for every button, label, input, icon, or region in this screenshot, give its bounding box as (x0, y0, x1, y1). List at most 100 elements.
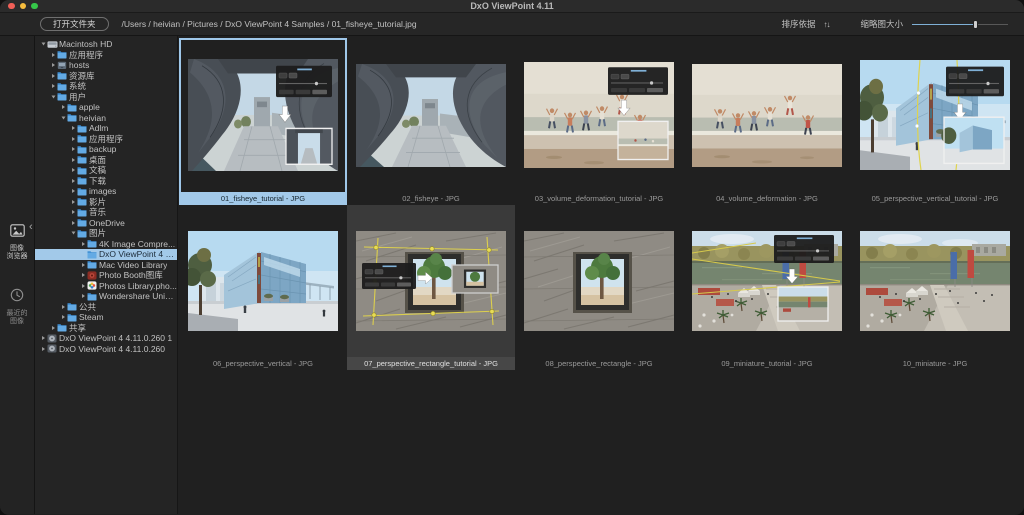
hosts-icon (57, 61, 69, 70)
tree-item[interactable]: heivian (35, 113, 177, 124)
rail-item-recent-images[interactable]: 最近的 图像 (7, 288, 28, 327)
open-folder-button[interactable]: 打开文件夹 (40, 17, 109, 31)
tree-item[interactable]: 下载 (35, 176, 177, 187)
thumbnail-cell[interactable]: 10_miniature - JPG (851, 205, 1019, 370)
thumbnail-cell[interactable]: 03_volume_deformation_tutorial - JPG (515, 38, 683, 205)
tree-item[interactable]: Photo Booth图库 (35, 270, 177, 281)
slider-thumb[interactable] (972, 19, 978, 29)
thumbnail-image[interactable] (851, 38, 1019, 192)
corrected-preview-inset (777, 286, 829, 322)
disclosure-open-icon[interactable] (69, 231, 77, 235)
thumbnail-image[interactable] (347, 205, 515, 357)
tree-item[interactable]: 资源库 (35, 71, 177, 82)
tree-item[interactable]: DxO ViewPoint 4 S... (35, 249, 177, 260)
tutorial-panel-overlay (276, 65, 332, 98)
thumbnail-size-slider[interactable] (912, 19, 1008, 30)
thumbnail-image[interactable] (851, 205, 1019, 357)
tree-item[interactable]: Photos Library.pho... (35, 281, 177, 292)
disclosure-closed-icon[interactable] (59, 105, 67, 110)
tree-item[interactable]: 公共 (35, 302, 177, 313)
tree-item[interactable]: DxO ViewPoint 4 4.11.0.260 1 (35, 333, 177, 344)
disclosure-open-icon[interactable] (39, 42, 47, 46)
disclosure-closed-icon[interactable] (79, 283, 87, 288)
slider-fill (912, 23, 976, 26)
disclosure-closed-icon[interactable] (69, 220, 77, 225)
tree-item[interactable]: 应用程序 (35, 50, 177, 61)
disclosure-closed-icon[interactable] (49, 325, 57, 330)
tree-item-label: 共享 (69, 322, 87, 333)
disclosure-closed-icon[interactable] (69, 147, 77, 152)
folder-icon (87, 239, 99, 248)
window-title: DxO ViewPoint 4.11 (470, 1, 554, 11)
tree-item-label: Macintosh HD (59, 39, 113, 50)
clock-icon (10, 288, 24, 307)
thumbnail-cell[interactable]: 01_fisheye_tutorial - JPG (179, 38, 347, 205)
thumbnail-image[interactable] (683, 38, 851, 192)
disclosure-closed-icon[interactable] (79, 273, 87, 278)
disclosure-closed-icon[interactable] (79, 241, 87, 246)
tree-item[interactable]: 音乐 (35, 207, 177, 218)
disclosure-closed-icon[interactable] (49, 63, 57, 68)
thumbnail-cell[interactable]: 02_fisheye - JPG (347, 38, 515, 205)
tree-item[interactable]: Steam (35, 312, 177, 323)
thumbnail-image[interactable] (179, 205, 347, 357)
tree-item[interactable]: 共享 (35, 323, 177, 334)
tree-item[interactable]: 4K Image Compre... (35, 239, 177, 250)
thumbnail-image[interactable] (683, 205, 851, 357)
disclosure-open-icon[interactable] (49, 95, 57, 99)
thumbnail-image[interactable] (515, 38, 683, 192)
thumbnail-cell[interactable]: 04_volume_deformation - JPG (683, 38, 851, 205)
tree-item[interactable]: Wondershare UniC... (35, 291, 177, 302)
disclosure-closed-icon[interactable] (49, 52, 57, 57)
tree-item[interactable]: hosts (35, 60, 177, 71)
disclosure-closed-icon[interactable] (39, 346, 47, 351)
disclosure-closed-icon[interactable] (69, 189, 77, 194)
tree-item[interactable]: apple (35, 102, 177, 113)
thumbnail-label: 08_perspective_rectangle - JPG (545, 359, 653, 368)
disclosure-open-icon[interactable] (59, 116, 67, 120)
corrected-preview-inset (617, 120, 669, 161)
sort-direction-icon[interactable]: ↑↓ (823, 20, 830, 29)
disclosure-closed-icon[interactable] (79, 294, 87, 299)
disclosure-closed-icon[interactable] (69, 199, 77, 204)
sort-control[interactable]: 排序依据 ↑↓ (781, 18, 830, 30)
disclosure-closed-icon[interactable] (39, 336, 47, 341)
thumbnail-cell[interactable]: 06_perspective_vertical - JPG (179, 205, 347, 370)
tree-item[interactable]: 应用程序 (35, 134, 177, 145)
thumbnail-image[interactable] (515, 205, 683, 357)
thumbnail-cell[interactable]: 07_perspective_rectangle_tutorial - JPG (347, 205, 515, 370)
disclosure-closed-icon[interactable] (69, 178, 77, 183)
tree-item[interactable]: 图片 (35, 228, 177, 239)
disclosure-closed-icon[interactable] (69, 168, 77, 173)
thumbnail-cell[interactable]: 09_miniature_tutorial - JPG (683, 205, 851, 370)
window-body: 图像 浏览器 最近的 图像 ‹ Macintosh HD 应用程序 hosts 资源库系… (0, 36, 1024, 514)
photo-thumbnail-svg (356, 231, 506, 331)
tutorial-panel-overlay (608, 67, 668, 95)
sidebar-collapse-chevron-icon[interactable]: ‹ (29, 222, 33, 233)
disclosure-closed-icon[interactable] (69, 210, 77, 215)
tutorial-panel-overlay (774, 235, 834, 263)
disclosure-closed-icon (79, 252, 87, 256)
thumbnail-cell[interactable]: 08_perspective_rectangle - JPG (515, 205, 683, 370)
thumbnail-image[interactable] (179, 38, 347, 192)
corrected-preview-inset (451, 264, 499, 294)
thumbnail-label: 09_miniature_tutorial - JPG (721, 359, 813, 368)
disclosure-closed-icon[interactable] (69, 126, 77, 131)
disclosure-closed-icon[interactable] (59, 315, 67, 320)
tree-item-label: hosts (69, 60, 90, 71)
disclosure-closed-icon[interactable] (49, 73, 57, 78)
thumbnail-cell[interactable]: 05_perspective_vertical_tutorial - JPG (851, 38, 1019, 205)
tree-item-label: 应用程序 (89, 133, 124, 144)
tree-item[interactable]: 系统 (35, 81, 177, 92)
disclosure-closed-icon[interactable] (69, 157, 77, 162)
disclosure-closed-icon[interactable] (59, 304, 67, 309)
disclosure-closed-icon[interactable] (49, 84, 57, 89)
tree-item[interactable]: DxO ViewPoint 4 4.11.0.260 (35, 344, 177, 355)
thumbnail-image[interactable] (347, 38, 515, 192)
tree-item[interactable]: 用户 (35, 92, 177, 103)
disclosure-closed-icon[interactable] (79, 262, 87, 267)
tree-item[interactable]: Macintosh HD (35, 39, 177, 50)
rail-item-image-browser[interactable]: 图像 浏览器 (7, 223, 28, 262)
disclosure-closed-icon[interactable] (69, 136, 77, 141)
corrected-preview-inset (941, 116, 1005, 165)
